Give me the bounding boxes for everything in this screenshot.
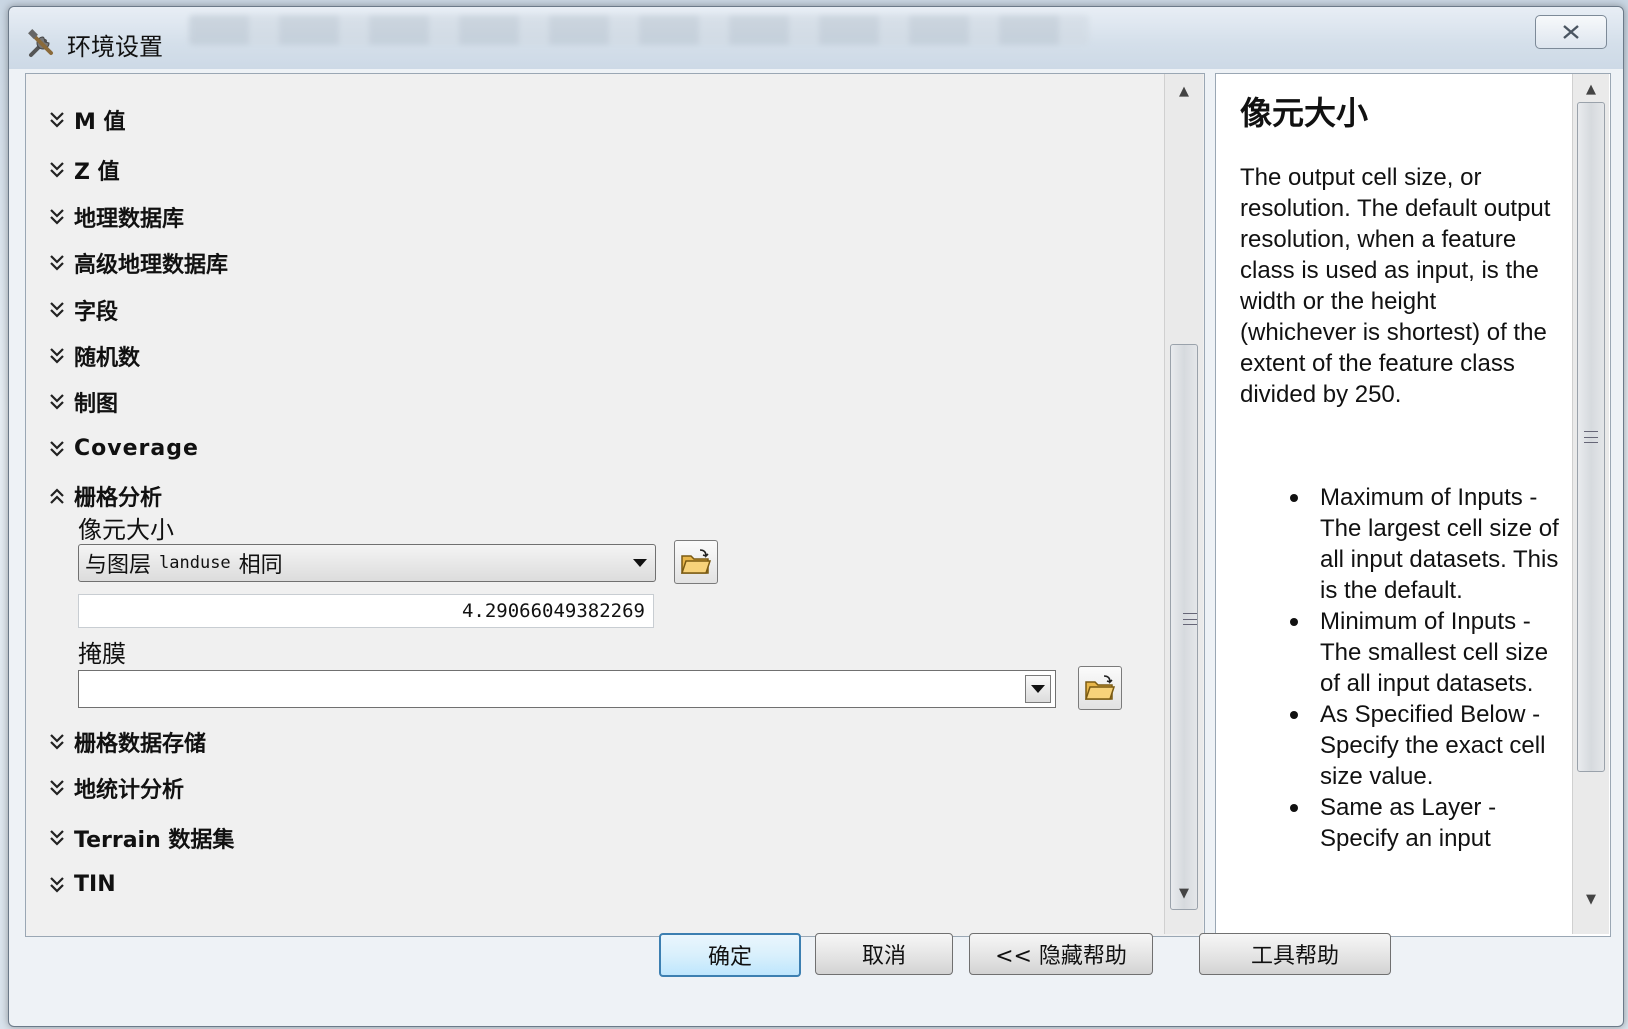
category-label: 字段: [74, 300, 119, 325]
help-title: 像元大小: [1240, 94, 1369, 132]
help-scrollbar[interactable]: ▲ ▼: [1572, 74, 1609, 934]
environment-settings-dialog: 环境设置 M 值 Z 值 地理数据库 高级地理数据库 字段 随机数 制图 Cov…: [8, 6, 1624, 1027]
category-label: 制图: [74, 392, 119, 417]
category-label: 高级地理数据库: [74, 253, 229, 278]
scroll-down-icon[interactable]: ▼: [1572, 886, 1610, 912]
help-list-item: Maximum of Inputs - The largest cell siz…: [1290, 484, 1559, 604]
expand-chevron-icon: [50, 112, 64, 128]
grip-icon: [1183, 613, 1197, 625]
category-label: 栅格数据存储: [74, 732, 207, 757]
cancel-button[interactable]: 取消: [815, 933, 953, 975]
dropdown-arrow-icon: [1031, 685, 1045, 693]
help-list-item: Minimum of Inputs - The smallest cell si…: [1290, 606, 1560, 699]
cell-size-browse-button[interactable]: [674, 540, 718, 584]
category-advanced-geodatabase[interactable]: 高级地理数据库: [48, 247, 228, 279]
dropdown-arrow-icon: [633, 559, 647, 567]
grip-icon: [1584, 431, 1598, 443]
hide-help-button[interactable]: << 隐藏帮助: [969, 933, 1153, 975]
cell-size-option-prefix: 与图层: [85, 553, 152, 578]
category-geodatabase[interactable]: 地理数据库: [48, 201, 184, 233]
close-button[interactable]: [1535, 15, 1607, 49]
cell-size-option-suffix: 相同: [238, 553, 283, 578]
open-folder-icon: [680, 549, 712, 574]
expand-chevron-icon: [50, 830, 64, 846]
scroll-up-icon[interactable]: ▲: [1572, 76, 1610, 102]
category-geostatistical-analysis[interactable]: 地统计分析: [48, 772, 184, 804]
help-list-item: As Specified Below - Specify the exact c…: [1290, 699, 1560, 792]
help-option-list: Maximum of Inputs - The largest cell siz…: [1290, 482, 1560, 854]
cell-size-value-field[interactable]: 4.29066049382269: [78, 594, 654, 628]
settings-scrollbar[interactable]: ▲ ▼: [1164, 74, 1203, 934]
expand-chevron-icon: [50, 348, 64, 364]
cell-size-option-layer: landuse: [159, 553, 231, 573]
category-label: M 值: [74, 110, 126, 135]
expand-chevron-icon: [50, 394, 64, 410]
help-list-item: Same as Layer - Specify an input: [1290, 792, 1560, 854]
category-cartography[interactable]: 制图: [48, 386, 118, 418]
category-label: 地统计分析: [74, 778, 185, 803]
expand-chevron-icon: [50, 440, 64, 457]
category-coverage[interactable]: Coverage: [48, 436, 199, 461]
expand-chevron-icon: [50, 302, 64, 318]
tools-icon: [28, 29, 53, 57]
category-label: 地理数据库: [74, 207, 185, 232]
category-raster-analysis[interactable]: 栅格分析: [48, 480, 162, 512]
close-icon: [1563, 25, 1579, 39]
category-raster-storage[interactable]: 栅格数据存储: [48, 726, 206, 758]
scroll-thumb[interactable]: [1170, 344, 1198, 910]
category-label: Coverage: [74, 436, 199, 461]
cell-size-label: 像元大小: [78, 516, 174, 544]
dialog-title: 环境设置: [67, 33, 163, 61]
expand-chevron-icon: [50, 209, 64, 225]
blurred-background-toolbar: [189, 15, 1089, 45]
expand-chevron-icon: [50, 876, 64, 893]
category-random-numbers[interactable]: 随机数: [48, 340, 140, 372]
open-folder-icon: [1084, 675, 1116, 700]
mask-dropdown-button[interactable]: [1025, 675, 1051, 703]
collapse-chevron-icon: [50, 488, 64, 504]
category-label: 随机数: [74, 346, 141, 371]
title-bar: 环境设置: [9, 7, 1623, 69]
ok-button[interactable]: 确定: [659, 933, 801, 977]
expand-chevron-icon: [50, 162, 64, 178]
scroll-up-icon[interactable]: ▲: [1165, 78, 1203, 104]
category-terrain-dataset[interactable]: Terrain 数据集: [48, 822, 234, 854]
category-z-values[interactable]: Z 值: [48, 154, 120, 186]
category-label: Z 值: [74, 160, 120, 185]
settings-panel: M 值 Z 值 地理数据库 高级地理数据库 字段 随机数 制图 Coverage…: [25, 73, 1205, 937]
category-fields[interactable]: 字段: [48, 294, 118, 326]
scroll-thumb[interactable]: [1577, 102, 1605, 772]
expand-chevron-icon: [50, 780, 64, 796]
category-label: TIN: [74, 872, 116, 897]
category-tin[interactable]: TIN: [48, 872, 116, 897]
scroll-down-icon[interactable]: ▼: [1165, 880, 1203, 906]
cell-size-dropdown[interactable]: 与图层 landuse 相同: [78, 544, 656, 582]
category-label: Terrain 数据集: [74, 828, 235, 853]
help-intro: The output cell size, or resolution. The…: [1240, 164, 1551, 408]
expand-chevron-icon: [50, 255, 64, 271]
mask-label: 掩膜: [78, 640, 126, 668]
expand-chevron-icon: [50, 734, 64, 750]
tool-help-button[interactable]: 工具帮助: [1199, 933, 1391, 975]
mask-browse-button[interactable]: [1078, 666, 1122, 710]
mask-input[interactable]: [78, 670, 1056, 708]
category-m-values[interactable]: M 值: [48, 104, 126, 136]
category-label: 栅格分析: [74, 486, 163, 511]
help-panel: 像元大小 The output cell size, or resolution…: [1215, 73, 1611, 937]
